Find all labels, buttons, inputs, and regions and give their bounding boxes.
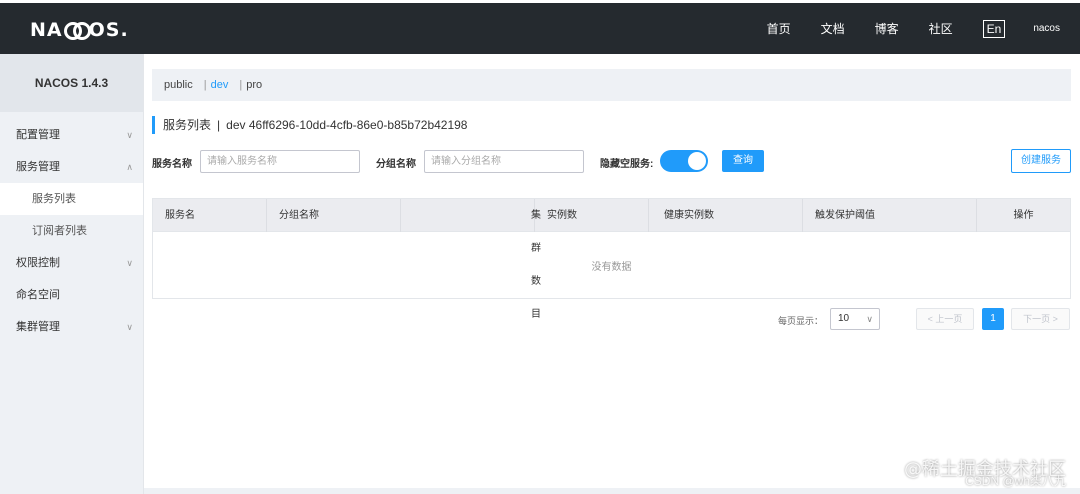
title-divider: | (217, 118, 221, 132)
version-title: NACOS 1.4.3 (0, 54, 143, 112)
language-switch-button[interactable]: En (982, 19, 1006, 38)
filter-bar: 服务名称 分组名称 隐藏空服务: 查询 创建服务 (152, 149, 1071, 174)
column-cluster-count: 集群数目 (401, 199, 541, 320)
namespace-dev[interactable]: dev (211, 79, 229, 91)
main-content: public | dev | pro 服务列表 | dev 46ff6296-10d… (144, 54, 1080, 494)
namespace-pro[interactable]: pro (246, 79, 262, 91)
page-size-value: 10 (838, 313, 850, 324)
query-button[interactable]: 查询 (722, 150, 764, 172)
sidebar-item-service-list[interactable]: 服务列表 (0, 183, 143, 215)
sidebar-item-subscriber-list[interactable]: 订阅者列表 (0, 215, 143, 247)
toggle-knob (688, 152, 706, 170)
sidebar-item-label: 集群管理 (16, 321, 60, 333)
top-header: NA OS. 首页 文档 博客 社区 En nacos (0, 0, 1080, 54)
table-header: 服务名 分组名称 集群数目 实例数 健康实例数 触发保护阈值 操作 (153, 199, 1070, 320)
nav-home-link[interactable]: 首页 (767, 20, 791, 37)
top-nav: 首页 文档 博客 社区 En nacos (767, 3, 1080, 54)
create-service-button[interactable]: 创建服务 (1011, 149, 1071, 173)
chevron-down-icon: ∨ (866, 314, 873, 324)
nav-community-link[interactable]: 社区 (929, 20, 953, 37)
namespace-bar: public | dev | pro (152, 69, 1071, 101)
sidebar-item-label: 配置管理 (16, 129, 60, 141)
sidebar-menu: 配置管理 ∨ 服务管理 ∧ 服务列表 订阅者列表 权限控制 ∨ 命名空间 集群管… (0, 119, 143, 343)
group-name-input[interactable] (424, 150, 584, 173)
sidebar-item-cluster-management[interactable]: 集群管理 ∨ (0, 311, 143, 343)
namespace-separator: | (239, 79, 243, 91)
column-group-name: 分组名称 (267, 199, 401, 232)
namespace-separator: | (203, 79, 207, 91)
service-name-label: 服务名称 (152, 159, 192, 170)
nav-docs-link[interactable]: 文档 (821, 20, 845, 37)
sidebar-item-service-management[interactable]: 服务管理 ∧ (0, 151, 143, 183)
watermark-csdn: CSDN @wh柒八九 (965, 474, 1066, 488)
sidebar-item-label: 订阅者列表 (32, 225, 87, 237)
chevron-down-icon: ∨ (126, 130, 133, 140)
sidebar-item-label: 服务管理 (16, 161, 60, 173)
page-title: 服务列表 | dev 46ff6296-10dd-4cfb-86e0-b85b72b… (152, 116, 467, 134)
horizontal-scrollbar[interactable] (144, 488, 1080, 494)
chevron-down-icon: ∨ (126, 322, 133, 332)
table-empty-state: 没有数据 (153, 232, 1070, 298)
sidebar-item-access-control[interactable]: 权限控制 ∨ (0, 247, 143, 279)
group-name-label: 分组名称 (376, 159, 416, 170)
hide-empty-toggle[interactable] (660, 150, 708, 172)
per-page-label: 每页显示： (778, 316, 824, 326)
sidebar: NACOS 1.4.3 配置管理 ∨ 服务管理 ∧ 服务列表 订阅者列表 权限控… (0, 54, 144, 494)
sidebar-item-label: 服务列表 (32, 193, 76, 205)
column-actions: 操作 (1013, 210, 1034, 221)
user-menu[interactable]: nacos (1033, 23, 1060, 34)
namespace-public[interactable]: public (164, 79, 193, 91)
chevron-down-icon: ∨ (126, 258, 133, 268)
page-title-label: 服务列表 (163, 118, 212, 132)
service-table: 服务名 分组名称 集群数目 实例数 健康实例数 触发保护阈值 操作 没有数据 (152, 198, 1071, 320)
next-page-button[interactable]: 下一页 > (1011, 308, 1070, 330)
sidebar-item-config-management[interactable]: 配置管理 ∨ (0, 119, 143, 151)
service-name-input[interactable] (200, 150, 360, 173)
prev-page-button[interactable]: < 上一页 (916, 308, 974, 330)
page-number-button[interactable]: 1 (982, 308, 1004, 330)
logo-infinity-icon (63, 22, 91, 40)
column-protect-threshold: 触发保护阈值 (803, 199, 977, 232)
namespace-name: dev (226, 118, 246, 132)
column-instance-count: 实例数 (535, 199, 649, 232)
chevron-up-icon: ∧ (126, 162, 133, 172)
page-size-select[interactable]: 10 ∨ (830, 308, 880, 330)
logo-text-left: NA (30, 19, 63, 41)
sidebar-item-namespace[interactable]: 命名空间 (0, 279, 143, 311)
sidebar-item-label: 命名空间 (16, 289, 60, 301)
hide-empty-label: 隐藏空服务: (600, 159, 654, 170)
pagination: 每页显示： 10 ∨ < 上一页 1 下一页 > (144, 308, 1080, 330)
nacos-logo[interactable]: NA OS. (30, 19, 129, 41)
namespace-id: 46ff6296-10dd-4cfb-86e0-b85b72b42198 (248, 118, 468, 132)
nav-blog-link[interactable]: 博客 (875, 20, 899, 37)
column-healthy-instance-count: 健康实例数 (649, 199, 803, 232)
empty-text: 没有数据 (591, 261, 632, 273)
column-service-name: 服务名 (153, 199, 267, 232)
logo-text-right: OS. (88, 19, 129, 41)
sidebar-item-label: 权限控制 (16, 257, 60, 269)
